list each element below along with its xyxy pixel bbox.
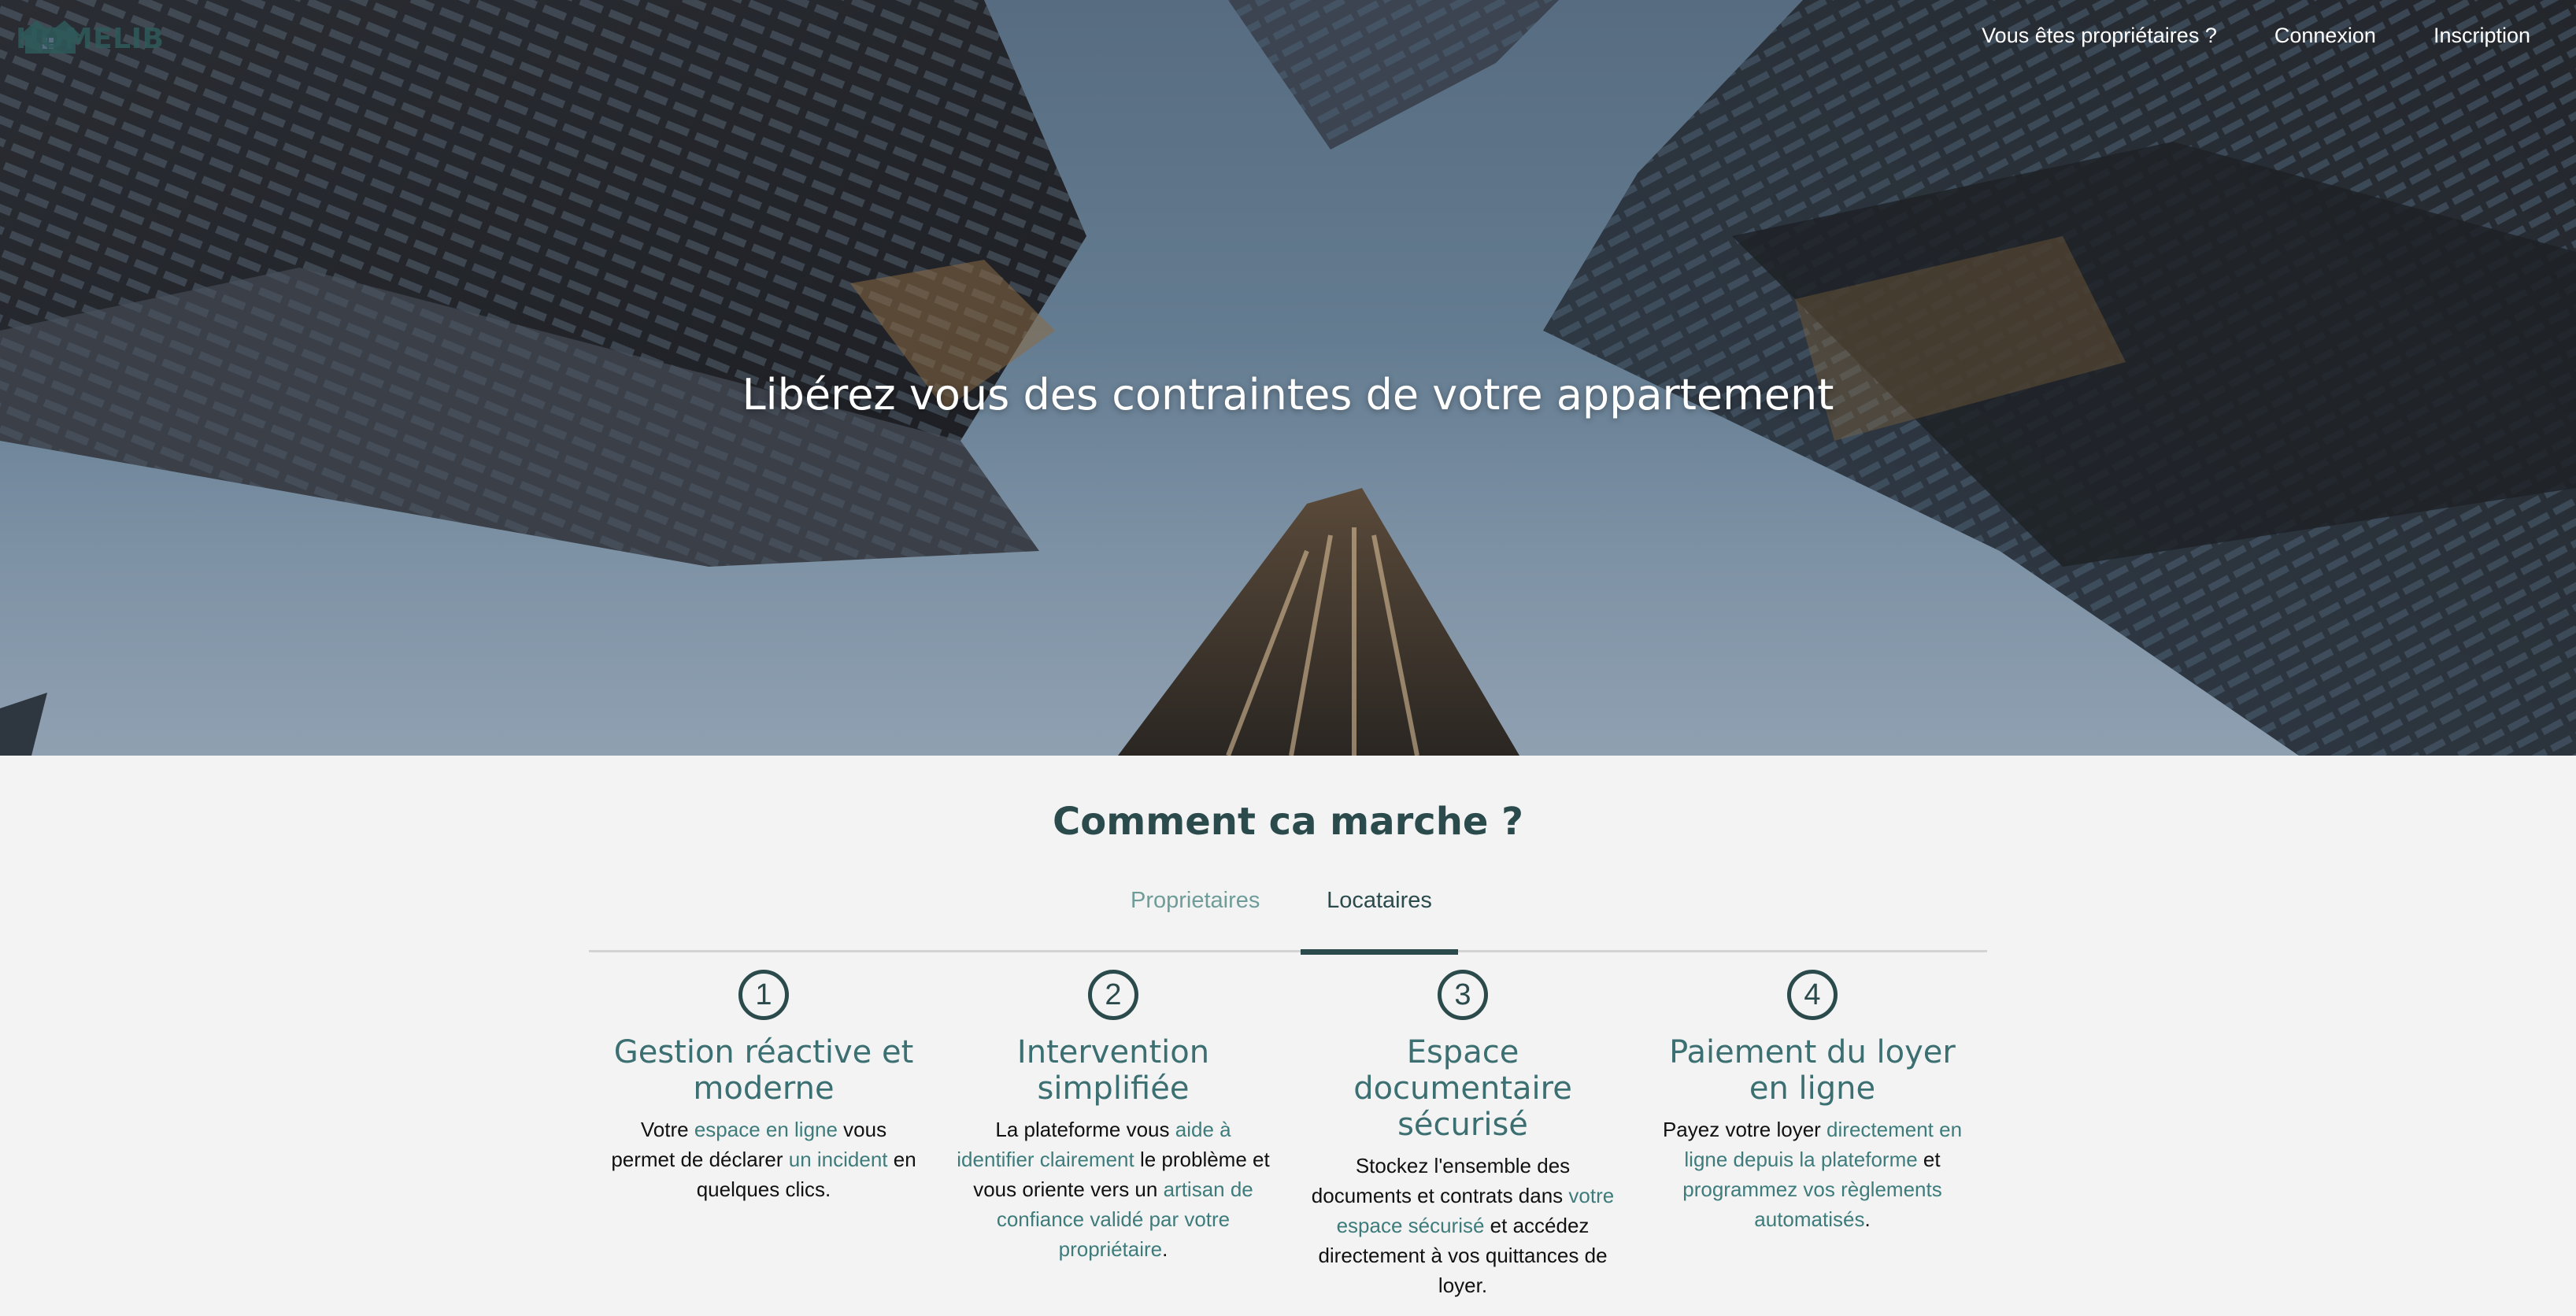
desc-text: Payez votre loyer: [1662, 1118, 1827, 1141]
tab-owners[interactable]: Proprietaires: [1131, 866, 1260, 952]
step-description: Stockez l'ensemble des documents et cont…: [1305, 1151, 1620, 1300]
tab-bar: Proprietaires Locataires: [589, 866, 1987, 955]
nav-signup-link[interactable]: Inscription: [2434, 20, 2530, 50]
step-number: 2: [1088, 970, 1138, 1020]
step-title: Intervention simplifiée: [1016, 1034, 1210, 1107]
logo[interactable]: HOMELIB: [16, 17, 164, 60]
step-title: Espace documentaire sécurisé: [1353, 1034, 1572, 1143]
step-card: 1 Gestion réactive et moderne Votre espa…: [589, 970, 938, 1300]
desc-text: et: [1917, 1148, 1941, 1171]
desc-highlight: un incident: [788, 1148, 888, 1171]
hero-title: Libérez vous des contraintes de votre ap…: [742, 370, 1834, 420]
step-description: La plateforme vous aide à identifier cla…: [956, 1115, 1271, 1264]
hero-banner: HOMELIB Vous êtes propriétaires ? Connex…: [0, 0, 2576, 756]
tab-tenants[interactable]: Locataires: [1301, 866, 1458, 955]
desc-text: .: [1162, 1237, 1168, 1261]
step-card: 2 Intervention simplifiée La plateforme …: [938, 970, 1288, 1300]
step-description: Votre espace en ligne vous permet de déc…: [606, 1115, 921, 1204]
desc-highlight: espace en ligne: [694, 1118, 838, 1141]
step-number: 3: [1438, 970, 1488, 1020]
nav-owners-link[interactable]: Vous êtes propriétaires ?: [1982, 20, 2217, 50]
step-card: 3 Espace documentaire sécurisé Stockez l…: [1288, 970, 1638, 1300]
steps-list: 1 Gestion réactive et moderne Votre espa…: [589, 970, 1987, 1300]
section-title: Comment ca marche ?: [1053, 800, 1523, 844]
desc-highlight: programmez vos règlements automatisés: [1682, 1177, 1942, 1231]
desc-text: La plateforme vous: [995, 1118, 1175, 1141]
step-title: Paiement du loyer en ligne: [1669, 1034, 1956, 1107]
nav-login-link[interactable]: Connexion: [2274, 20, 2376, 50]
step-title: Gestion réactive et moderne: [613, 1034, 914, 1107]
step-number: 4: [1787, 970, 1838, 1020]
brand-name: HOMELIB: [16, 22, 165, 55]
step-description: Payez votre loyer directement en ligne d…: [1655, 1115, 1970, 1234]
top-nav: Vous êtes propriétaires ? Connexion Insc…: [1982, 20, 2530, 50]
step-number: 1: [738, 970, 789, 1020]
desc-text: Votre: [640, 1118, 694, 1141]
desc-text: Stockez l'ensemble des documents et cont…: [1311, 1154, 1571, 1207]
step-card: 4 Paiement du loyer en ligne Payez votre…: [1638, 970, 1987, 1300]
page: HOMELIB Vous êtes propriétaires ? Connex…: [0, 0, 2576, 1316]
desc-text: .: [1864, 1207, 1871, 1231]
